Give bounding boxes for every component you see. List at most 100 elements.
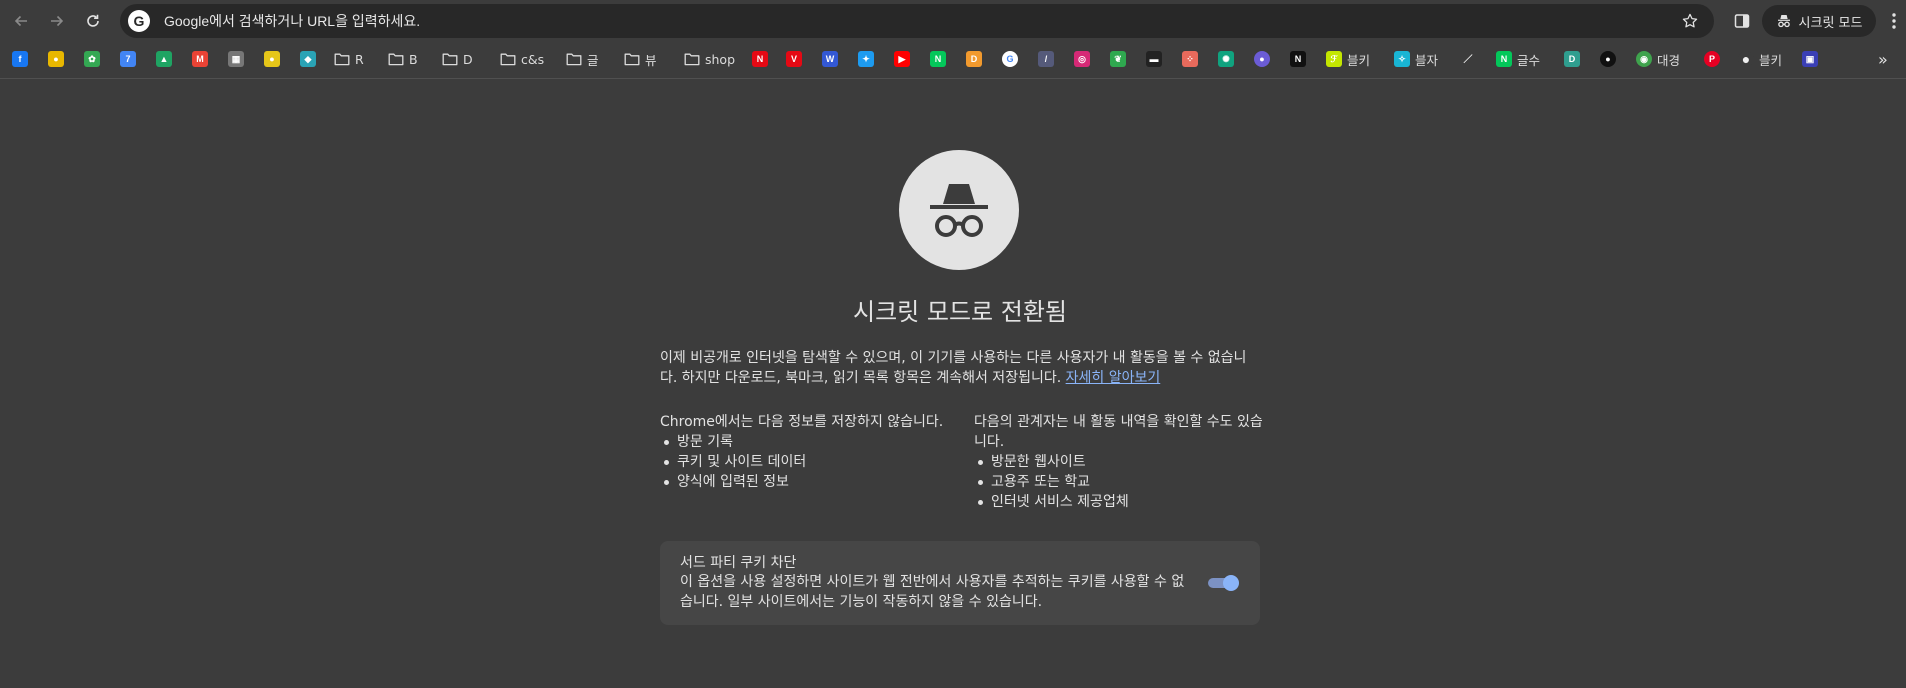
back-button[interactable] xyxy=(8,8,34,34)
browser-toolbar: G Google에서 검색하거나 URL을 입력하세요. 시크릿 모드 xyxy=(0,0,1906,42)
bookmark-item[interactable]: ▲ xyxy=(156,48,172,70)
bookmark-label: R xyxy=(355,51,364,67)
bookmark-item[interactable]: B xyxy=(388,48,418,70)
naver-icon: N xyxy=(1496,51,1512,67)
site-icon: D xyxy=(966,51,982,67)
bookmark-item[interactable]: / xyxy=(1038,48,1054,70)
bookmark-item[interactable]: ／ xyxy=(1460,48,1476,70)
bookmark-item[interactable]: ℱ 블키 xyxy=(1326,48,1370,70)
star-icon xyxy=(1682,13,1698,28)
globe-icon: ◉ xyxy=(1636,51,1652,67)
reload-button[interactable] xyxy=(80,8,106,34)
bookmark-item[interactable]: ▦ xyxy=(228,48,244,70)
bookmark-item[interactable]: V xyxy=(786,48,802,70)
not-saved-list: 방문 기록 쿠키 및 사이트 데이터 양식에 입력된 정보 xyxy=(660,432,960,492)
bookmark-item[interactable]: N xyxy=(1290,48,1306,70)
block-third-party-cookies-toggle[interactable] xyxy=(1208,575,1239,591)
notion-icon: N xyxy=(1290,51,1306,67)
address-bar-placeholder[interactable]: Google에서 검색하거나 URL을 입력하세요. xyxy=(164,11,1678,31)
bookmark-item[interactable]: ✦ xyxy=(858,48,874,70)
bookmark-item[interactable]: f xyxy=(12,48,28,70)
bookmark-item[interactable]: ◆ xyxy=(300,48,316,70)
bookmark-item[interactable]: ● xyxy=(264,48,280,70)
site-icon: ▦ xyxy=(228,51,244,67)
bookmark-item[interactable]: G xyxy=(1002,48,1018,70)
calendar-icon: 7 xyxy=(120,51,136,67)
reload-icon xyxy=(87,14,99,27)
bookmark-item[interactable]: 뷰 xyxy=(624,48,657,70)
bookmark-item[interactable]: N 글수 xyxy=(1496,48,1540,70)
incognito-hero xyxy=(899,150,1019,270)
pinterest-icon: P xyxy=(1704,51,1720,67)
slash-icon: ／ xyxy=(1460,51,1476,67)
bookmark-item[interactable]: W xyxy=(822,48,838,70)
bookmark-item[interactable]: ❦ xyxy=(1110,48,1126,70)
bookmark-label: 블키 xyxy=(1347,52,1371,68)
third-party-cookie-card: 서드 파티 쿠키 차단 이 옵션을 사용 설정하면 사이트가 웹 전반에서 사용… xyxy=(660,541,1260,625)
lemon-icon: ● xyxy=(264,51,280,67)
bookmark-item[interactable]: 7 xyxy=(120,48,136,70)
incognito-indicator[interactable]: 시크릿 모드 xyxy=(1762,5,1876,37)
bookmark-item[interactable]: ◉ 대경 xyxy=(1636,48,1680,70)
bookmark-item[interactable]: ● xyxy=(1600,48,1616,70)
bookmark-item[interactable]: ✧ 블자 xyxy=(1394,48,1438,70)
bookmark-item[interactable]: ▬ xyxy=(1146,48,1162,70)
bookmark-item[interactable]: ▶ xyxy=(894,48,910,70)
bookmarks-overflow-button[interactable]: » xyxy=(1878,48,1888,70)
bookmark-item[interactable]: shop xyxy=(684,48,735,70)
site-icon: W xyxy=(822,51,838,67)
bookmark-item[interactable]: ✿ xyxy=(84,48,100,70)
incognito-label: 시크릿 모드 xyxy=(1798,15,1863,31)
side-panel-button[interactable] xyxy=(1730,9,1754,33)
bookmark-item[interactable]: ● 블키 xyxy=(1738,48,1782,70)
bookmark-item[interactable]: N xyxy=(930,48,946,70)
folder-icon xyxy=(388,52,404,66)
list-item: 고용주 또는 학교 xyxy=(978,472,1274,492)
toolbar-divider xyxy=(0,78,1906,79)
learn-more-link[interactable]: 자세히 알아보기 xyxy=(1066,370,1161,386)
instagram-icon: ◎ xyxy=(1074,51,1090,67)
arrow-left-icon xyxy=(14,15,27,27)
menu-button[interactable] xyxy=(1887,9,1901,33)
bookmark-label: 블자 xyxy=(1415,52,1439,68)
cookie-card-description: 이 옵션을 사용 설정하면 사이트가 웹 전반에서 사용자를 추적하는 쿠키를 … xyxy=(680,574,1185,610)
bookmark-label: 글 xyxy=(587,52,599,68)
bookmark-item[interactable]: ✺ xyxy=(1218,48,1234,70)
list-item: 쿠키 및 사이트 데이터 xyxy=(664,452,960,472)
bookmark-item[interactable]: D xyxy=(442,48,473,70)
bookmark-label: 블키 xyxy=(1759,52,1783,68)
bookmark-item[interactable]: D xyxy=(1564,48,1580,70)
bookmark-label: 뷰 xyxy=(645,52,657,68)
bookmark-star-button[interactable] xyxy=(1678,9,1702,33)
bookmark-item[interactable]: ⁘ xyxy=(1182,48,1198,70)
bookmark-item[interactable]: N xyxy=(752,48,768,70)
folder-icon xyxy=(566,52,582,66)
drive-icon: ▲ xyxy=(156,51,172,67)
list-item: 양식에 입력된 정보 xyxy=(664,472,960,492)
list-item: 인터넷 서비스 제공업체 xyxy=(978,492,1274,512)
bookmark-label: shop xyxy=(705,51,736,67)
bookmark-item[interactable]: ▣ xyxy=(1802,48,1818,70)
site-icon: D xyxy=(1564,51,1580,67)
bookmark-item[interactable]: R xyxy=(334,48,364,70)
bookmark-item[interactable]: ● xyxy=(1254,48,1270,70)
forward-button[interactable] xyxy=(44,8,70,34)
bookmark-item[interactable]: 글 xyxy=(566,48,599,70)
bookmark-item[interactable]: c&s xyxy=(500,48,544,70)
naver-icon: N xyxy=(930,51,946,67)
bookmark-item[interactable]: M xyxy=(192,48,208,70)
site-icon: V xyxy=(786,51,802,67)
side-panel-icon xyxy=(1734,14,1750,28)
address-bar[interactable]: G Google에서 검색하거나 URL을 입력하세요. xyxy=(120,4,1714,38)
list-item: 방문한 웹사이트 xyxy=(978,452,1274,472)
bookmark-item[interactable]: ● xyxy=(48,48,64,70)
photos-icon: ✿ xyxy=(84,51,100,67)
bookmark-item[interactable]: ◎ xyxy=(1074,48,1090,70)
chatgpt-icon: ✺ xyxy=(1218,51,1234,67)
list-item: 방문 기록 xyxy=(664,432,960,452)
site-icon: ▣ xyxy=(1802,51,1818,67)
youtube-icon: ▶ xyxy=(894,51,910,67)
bookmark-item[interactable]: D xyxy=(966,48,982,70)
bookmark-item[interactable]: P xyxy=(1704,48,1720,70)
bookmark-label: 대경 xyxy=(1657,52,1681,68)
